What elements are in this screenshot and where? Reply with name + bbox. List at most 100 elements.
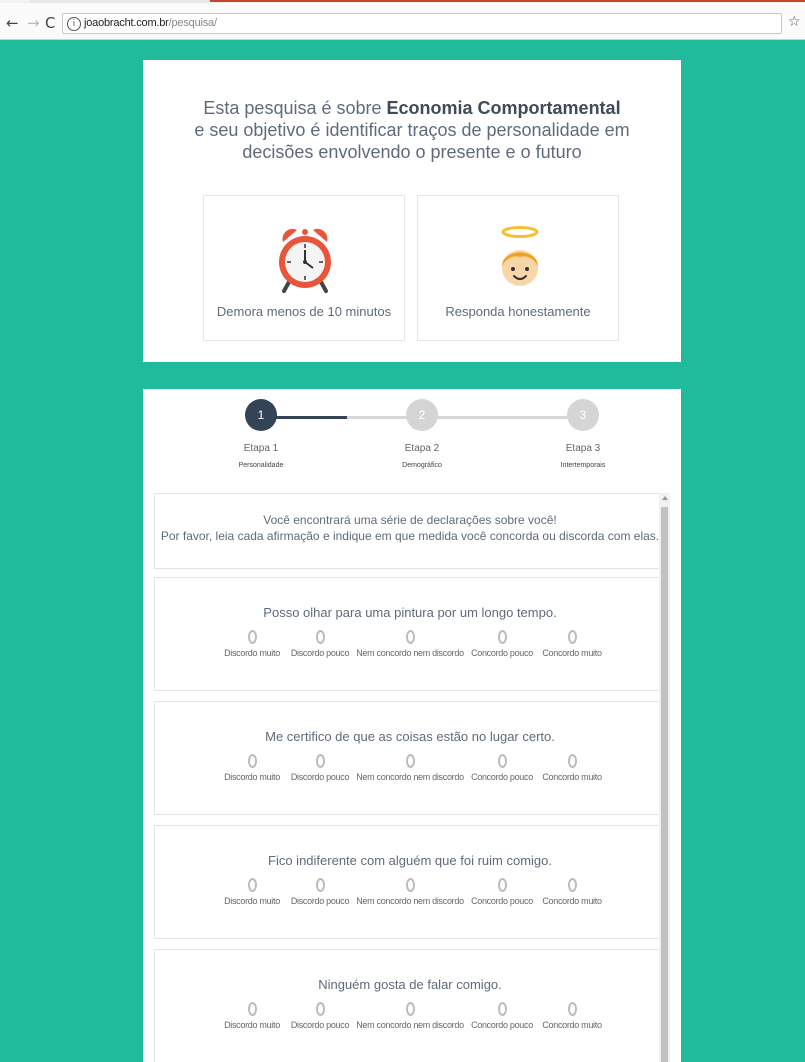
radio-button[interactable] bbox=[247, 878, 257, 892]
option-label: Discordo pouco bbox=[290, 1020, 350, 1030]
option-neutro[interactable]: Nem concordo nem discordo bbox=[356, 878, 464, 906]
radio-button[interactable] bbox=[497, 1002, 507, 1016]
reload-icon[interactable]: C bbox=[45, 16, 55, 31]
step-2-circle[interactable]: 2 bbox=[406, 399, 438, 431]
instructions-line-1: Você encontrará uma série de declarações… bbox=[263, 513, 557, 527]
url-path: /pesquisa/ bbox=[168, 17, 217, 29]
option-discordo-muito[interactable]: Discordo muito bbox=[221, 878, 283, 906]
step-3-circle[interactable]: 3 bbox=[567, 399, 599, 431]
option-neutro[interactable]: Nem concordo nem discordo bbox=[356, 630, 464, 658]
question-text: Fico indiferente com alguém que foi ruim… bbox=[268, 853, 552, 868]
forward-arrow-icon[interactable]: → bbox=[27, 16, 40, 31]
tab-strip bbox=[0, 0, 805, 3]
info-icon[interactable]: i bbox=[67, 17, 81, 31]
questions-scroll-area[interactable]: Você encontrará uma série de declarações… bbox=[153, 493, 671, 1062]
question-card: Me certifico de que as coisas estão no l… bbox=[154, 701, 666, 815]
radio-button[interactable] bbox=[247, 1002, 257, 1016]
option-discordo-pouco[interactable]: Discordo pouco bbox=[287, 754, 353, 782]
option-discordo-pouco[interactable]: Discordo pouco bbox=[287, 1002, 353, 1030]
radio-button[interactable] bbox=[497, 878, 507, 892]
option-discordo-muito[interactable]: Discordo muito bbox=[221, 754, 283, 782]
radio-button[interactable] bbox=[315, 754, 325, 768]
back-arrow-icon[interactable]: ← bbox=[6, 16, 19, 31]
duration-caption: Demora menos de 10 minutos bbox=[216, 304, 392, 319]
step-3-label: Etapa 3 bbox=[565, 443, 601, 454]
option-neutro[interactable]: Nem concordo nem discordo bbox=[356, 1002, 464, 1030]
option-label: Nem concordo nem discordo bbox=[356, 896, 464, 906]
radio-button[interactable] bbox=[315, 1002, 325, 1016]
loading-indicator bbox=[210, 0, 805, 2]
option-label: Discordo muito bbox=[224, 648, 280, 658]
radio-button[interactable] bbox=[405, 754, 415, 768]
radio-button[interactable] bbox=[497, 630, 507, 644]
step-1-label: Etapa 1 bbox=[243, 443, 279, 454]
option-discordo-muito[interactable]: Discordo muito bbox=[221, 630, 283, 658]
intro-card: Esta pesquisa é sobre Economia Comportam… bbox=[143, 60, 681, 362]
alarm-clock-icon bbox=[279, 228, 331, 293]
question-text: Ninguém gosta de falar comigo. bbox=[318, 977, 502, 992]
question-card: Posso olhar para uma pintura por um long… bbox=[154, 577, 666, 691]
option-label: Concordo pouco bbox=[471, 896, 533, 906]
option-concordo-pouco[interactable]: Concordo pouco bbox=[469, 754, 535, 782]
radio-button[interactable] bbox=[405, 630, 415, 644]
option-label: Concordo pouco bbox=[471, 648, 533, 658]
question-text: Me certifico de que as coisas estão no l… bbox=[265, 729, 555, 744]
option-label: Discordo muito bbox=[224, 772, 280, 782]
duration-box: Demora menos de 10 minutos bbox=[203, 195, 405, 341]
radio-button[interactable] bbox=[405, 1002, 415, 1016]
scrollbar[interactable] bbox=[659, 493, 670, 1062]
radio-button[interactable] bbox=[567, 630, 577, 644]
option-concordo-pouco[interactable]: Concordo pouco bbox=[469, 630, 535, 658]
scroll-up-arrow-icon[interactable] bbox=[662, 496, 668, 500]
step-3-subtitle: Intertemporais bbox=[560, 462, 606, 469]
radio-button[interactable] bbox=[567, 1002, 577, 1016]
radio-button[interactable] bbox=[405, 878, 415, 892]
instructions-box: Você encontrará uma série de declarações… bbox=[154, 493, 666, 569]
instructions-line-2: Por favor, leia cada afirmação e indique… bbox=[160, 529, 660, 543]
option-label: Discordo pouco bbox=[290, 772, 350, 782]
option-label: Concordo muito bbox=[542, 1020, 602, 1030]
browser-toolbar: ← → C i joaobracht.com.br/pesquisa/ ☆ bbox=[0, 0, 805, 40]
radio-button[interactable] bbox=[567, 754, 577, 768]
intro-title-line3: decisões envolvendo o presente e o futur… bbox=[242, 142, 582, 162]
option-label: Concordo muito bbox=[542, 896, 602, 906]
radio-button[interactable] bbox=[247, 754, 257, 768]
radio-button[interactable] bbox=[247, 630, 257, 644]
option-concordo-muito[interactable]: Concordo muito bbox=[539, 630, 605, 658]
option-discordo-muito[interactable]: Discordo muito bbox=[221, 1002, 283, 1030]
option-neutro[interactable]: Nem concordo nem discordo bbox=[356, 754, 464, 782]
option-label: Discordo pouco bbox=[290, 648, 350, 658]
radio-button[interactable] bbox=[315, 630, 325, 644]
option-label: Discordo muito bbox=[224, 1020, 280, 1030]
browser-tab[interactable] bbox=[30, 0, 210, 3]
option-concordo-muito[interactable]: Concordo muito bbox=[539, 754, 605, 782]
option-discordo-pouco[interactable]: Discordo pouco bbox=[287, 878, 353, 906]
angel-face-icon bbox=[501, 226, 539, 286]
option-label: Discordo pouco bbox=[290, 896, 350, 906]
step-2-subtitle: Demográfico bbox=[402, 462, 442, 469]
radio-button[interactable] bbox=[315, 878, 325, 892]
url-text: joaobracht.com.br/pesquisa/ bbox=[84, 17, 217, 29]
option-concordo-muito[interactable]: Concordo muito bbox=[539, 878, 605, 906]
honesty-caption: Responda honestamente bbox=[445, 304, 591, 319]
radio-button[interactable] bbox=[567, 878, 577, 892]
intro-title-line2: e seu objetivo é identificar traços de p… bbox=[194, 120, 630, 140]
option-label: Concordo pouco bbox=[471, 1020, 533, 1030]
option-concordo-muito[interactable]: Concordo muito bbox=[539, 1002, 605, 1030]
radio-button[interactable] bbox=[497, 754, 507, 768]
option-label: Nem concordo nem discordo bbox=[356, 648, 464, 658]
scroll-thumb[interactable] bbox=[661, 507, 668, 1062]
step-2-label: Etapa 2 bbox=[404, 443, 440, 454]
option-label: Concordo muito bbox=[542, 648, 602, 658]
step-1-circle[interactable]: 1 bbox=[245, 399, 277, 431]
intro-title: Esta pesquisa é sobre Economia Comportam… bbox=[143, 97, 681, 163]
bookmark-star-icon[interactable]: ☆ bbox=[788, 14, 801, 30]
address-bar[interactable]: i joaobracht.com.br/pesquisa/ bbox=[62, 13, 782, 34]
question-text: Posso olhar para uma pintura por um long… bbox=[263, 605, 557, 620]
url-host: joaobracht.com.br bbox=[84, 17, 169, 29]
intro-title-bold: Economia Comportamental bbox=[386, 98, 621, 118]
option-label: Discordo muito bbox=[224, 896, 280, 906]
option-concordo-pouco[interactable]: Concordo pouco bbox=[469, 878, 535, 906]
option-discordo-pouco[interactable]: Discordo pouco bbox=[287, 630, 353, 658]
option-concordo-pouco[interactable]: Concordo pouco bbox=[469, 1002, 535, 1030]
